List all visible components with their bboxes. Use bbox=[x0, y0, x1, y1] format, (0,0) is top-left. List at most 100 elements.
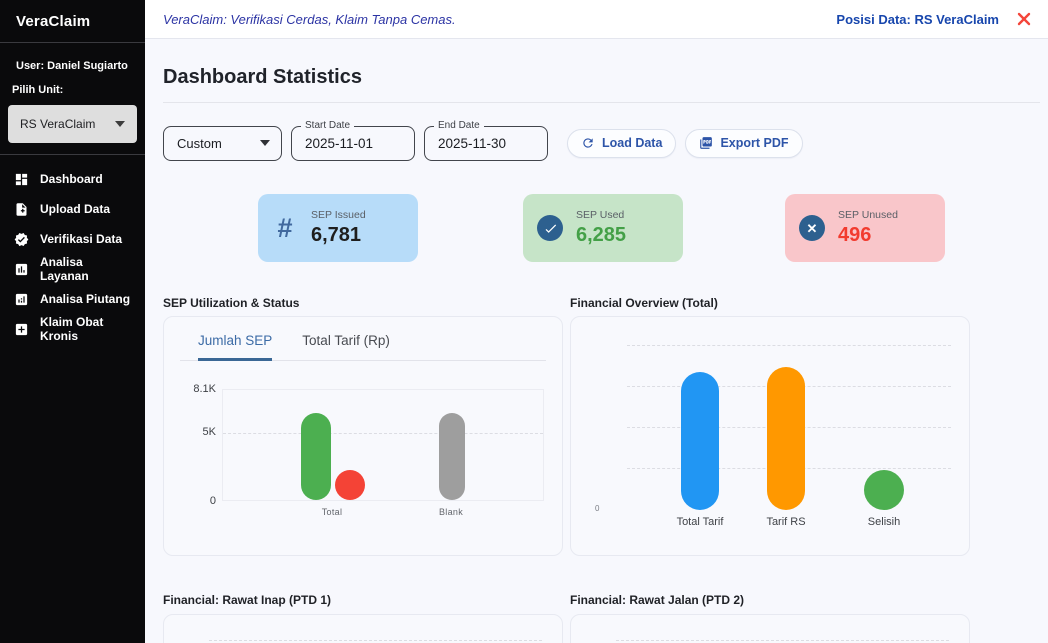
app-logo: VeraClaim bbox=[0, 0, 145, 42]
data-position-label: Posisi Data: RS VeraClaim bbox=[836, 12, 999, 27]
stat-label: SEP Issued bbox=[311, 209, 366, 221]
page-title: Dashboard Statistics bbox=[163, 66, 1040, 89]
date-range-select[interactable]: Custom bbox=[163, 126, 282, 161]
sidebar-item-label: Dashboard bbox=[40, 172, 103, 186]
stat-value: 6,781 bbox=[311, 224, 366, 247]
stat-label: SEP Unused bbox=[838, 209, 898, 221]
start-date-value: 2025-11-01 bbox=[305, 136, 373, 151]
start-date-label: Start Date bbox=[301, 120, 354, 131]
main-content: Dashboard Statistics Custom Start Date 2… bbox=[145, 39, 1048, 643]
tab-jumlah-sep[interactable]: Jumlah SEP bbox=[198, 333, 272, 361]
sidebar-item-label: Analisa Layanan bbox=[40, 255, 131, 283]
gridline-5k bbox=[223, 433, 543, 434]
fin-bar-0 bbox=[681, 372, 719, 510]
stat-label: SEP Used bbox=[576, 209, 626, 221]
refresh-icon bbox=[581, 136, 595, 150]
sidebar-item-dashboard[interactable]: Dashboard bbox=[0, 164, 145, 194]
rawat-inap-card bbox=[163, 614, 563, 643]
analytics-icon bbox=[14, 292, 29, 307]
top-bar: VeraClaim: Verifikasi Cerdas, Klaim Tanp… bbox=[145, 0, 1048, 39]
load-data-button[interactable]: Load Data bbox=[567, 129, 676, 158]
sidebar-nav: Dashboard Upload Data Verifikasi Data An… bbox=[0, 164, 145, 344]
sep-utilization-section: SEP Utilization & Status Jumlah SEP Tota… bbox=[163, 296, 563, 556]
sidebar-item-verifikasi-data[interactable]: Verifikasi Data bbox=[0, 224, 145, 254]
sidebar-item-label: Analisa Piutang bbox=[40, 292, 130, 306]
sep-utilization-card: Jumlah SEP Total Tarif (Rp) 8.1K 5K 0 To… bbox=[163, 316, 563, 556]
gridline bbox=[616, 640, 949, 641]
start-date-field[interactable]: Start Date 2025-11-01 bbox=[291, 126, 415, 161]
sidebar-item-analisa-layanan[interactable]: Analisa Layanan bbox=[0, 254, 145, 284]
add-box-icon bbox=[14, 322, 29, 337]
tab-total-tarif[interactable]: Total Tarif (Rp) bbox=[302, 333, 390, 360]
stat-value: 496 bbox=[838, 224, 898, 247]
export-pdf-button[interactable]: Export PDF bbox=[685, 129, 802, 158]
stat-value: 6,285 bbox=[576, 224, 626, 247]
sidebar-item-analisa-piutang[interactable]: Analisa Piutang bbox=[0, 284, 145, 314]
dashboard-icon bbox=[14, 172, 29, 187]
date-range-value: Custom bbox=[177, 136, 222, 151]
bar-chart-icon bbox=[14, 262, 29, 277]
close-icon[interactable] bbox=[1016, 11, 1032, 27]
section-title: Financial: Rawat Inap (PTD 1) bbox=[163, 593, 563, 608]
bar-blank bbox=[439, 413, 465, 500]
app-tagline: VeraClaim: Verifikasi Cerdas, Klaim Tanp… bbox=[163, 12, 456, 27]
sidebar-item-label: Klaim Obat Kronis bbox=[40, 315, 131, 343]
x-label-blank: Blank bbox=[416, 507, 486, 517]
stat-card: SEP Used 6,285 bbox=[523, 194, 683, 262]
financial-overview-section: Financial Overview (Total) 0 Total Tarif… bbox=[570, 296, 970, 556]
pdf-icon bbox=[699, 136, 713, 150]
sidebar-item-label: Upload Data bbox=[40, 202, 110, 216]
x-circle-icon: ✕ bbox=[799, 215, 825, 241]
unit-select[interactable]: RS VeraClaim bbox=[8, 105, 137, 143]
chart-tabs: Jumlah SEP Total Tarif (Rp) bbox=[180, 333, 546, 361]
fin-bar-1 bbox=[767, 367, 805, 510]
rawat-jalan-card bbox=[570, 614, 970, 643]
plot-area bbox=[627, 346, 951, 510]
financial-overview-card: 0 Total Tarif Tarif RS Selisih bbox=[570, 316, 970, 556]
fin-bar-2 bbox=[864, 470, 904, 510]
y-tick: 5K bbox=[180, 426, 216, 438]
caret-down-icon bbox=[260, 140, 270, 146]
y-tick: 8.1K bbox=[180, 383, 216, 395]
unit-select-label: Pilih Unit: bbox=[12, 84, 129, 96]
sep-chart: 8.1K 5K 0 Total Blank bbox=[180, 379, 546, 527]
end-date-value: 2025-11-30 bbox=[438, 136, 506, 151]
rawat-jalan-section: Financial: Rawat Jalan (PTD 2) bbox=[570, 593, 970, 643]
y-tick-zero: 0 bbox=[595, 504, 599, 513]
sidebar-item-upload-data[interactable]: Upload Data bbox=[0, 194, 145, 224]
stat-cards-row: # SEP Issued 6,781 SEP Used 6,285 ✕ SEP … bbox=[163, 194, 1040, 262]
divider bbox=[163, 102, 1040, 103]
file-upload-icon bbox=[14, 202, 29, 217]
plot-area bbox=[222, 389, 544, 501]
sidebar-item-label: Verifikasi Data bbox=[40, 232, 122, 246]
gridline bbox=[209, 640, 542, 641]
section-title: Financial: Rawat Jalan (PTD 2) bbox=[570, 593, 970, 608]
x-label-selisih: Selisih bbox=[839, 516, 929, 528]
check-circle-icon bbox=[537, 215, 563, 241]
sidebar-item-klaim-obat-kronis[interactable]: Klaim Obat Kronis bbox=[0, 314, 145, 344]
load-data-label: Load Data bbox=[602, 136, 662, 150]
x-label-total: Total bbox=[297, 507, 367, 517]
bar-sep-used bbox=[301, 413, 331, 500]
caret-down-icon bbox=[115, 121, 125, 127]
export-pdf-label: Export PDF bbox=[720, 136, 788, 150]
x-label-tarif-rs: Tarif RS bbox=[741, 516, 831, 528]
verified-badge-icon bbox=[14, 232, 29, 247]
user-info: User: Daniel Sugiarto bbox=[16, 60, 129, 72]
gridline bbox=[627, 345, 951, 346]
hash-icon: # bbox=[272, 213, 298, 244]
y-tick: 0 bbox=[180, 495, 216, 507]
sidebar: VeraClaim User: Daniel Sugiarto Pilih Un… bbox=[0, 0, 145, 643]
stat-card: ✕ SEP Unused 496 bbox=[785, 194, 945, 262]
bar-sep-unused bbox=[335, 470, 365, 500]
unit-select-value: RS VeraClaim bbox=[20, 117, 95, 131]
x-label-total-tarif: Total Tarif bbox=[655, 516, 745, 528]
end-date-label: End Date bbox=[434, 120, 484, 131]
end-date-field[interactable]: End Date 2025-11-30 bbox=[424, 126, 548, 161]
filter-row: Custom Start Date 2025-11-01 End Date 20… bbox=[163, 124, 1040, 162]
section-title: Financial Overview (Total) bbox=[570, 296, 970, 311]
divider bbox=[0, 42, 145, 43]
divider bbox=[0, 154, 145, 155]
rawat-inap-section: Financial: Rawat Inap (PTD 1) bbox=[163, 593, 563, 643]
stat-card: # SEP Issued 6,781 bbox=[258, 194, 418, 262]
